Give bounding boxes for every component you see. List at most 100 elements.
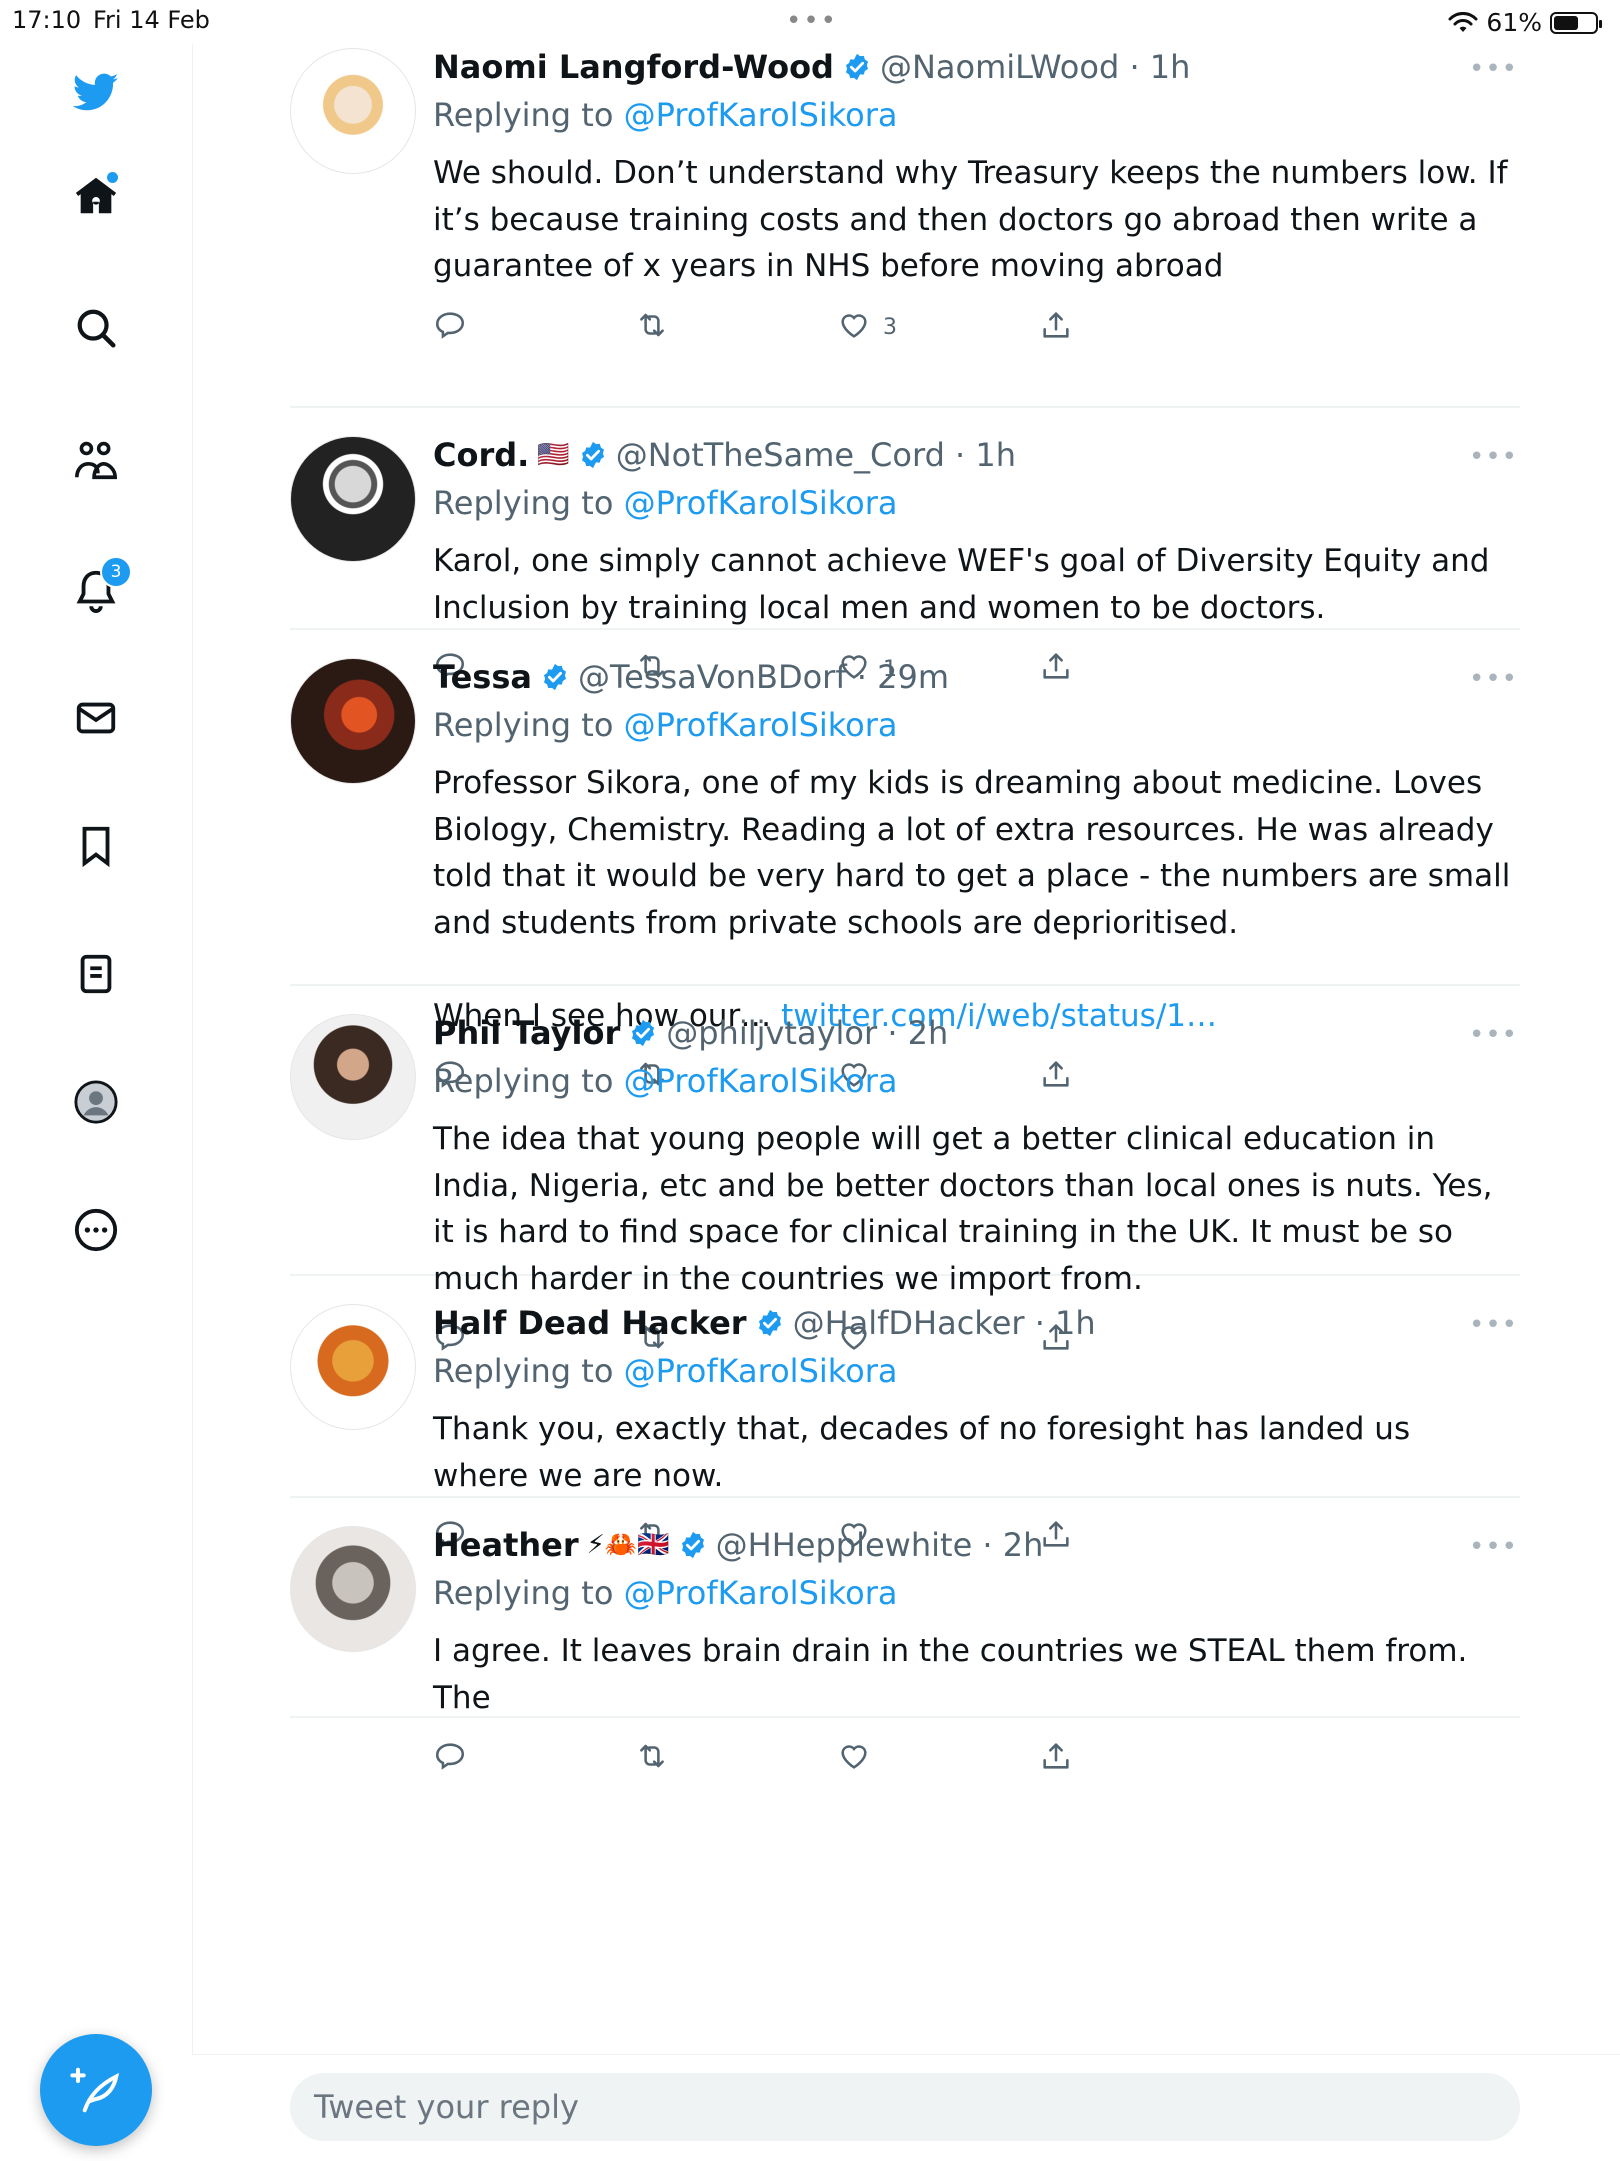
replying-to-mention[interactable]: @ProfKarolSikora: [624, 1574, 898, 1612]
avatar[interactable]: [290, 1304, 416, 1430]
tweet-actions: [433, 1721, 1513, 1805]
author-handle-time[interactable]: @HHepplewhite · 2h: [716, 1526, 1044, 1564]
multitasking-dots-icon[interactable]: •••: [786, 6, 838, 36]
share-button[interactable]: [1039, 308, 1073, 348]
author-flags: 🇺🇸: [537, 440, 570, 470]
tweet-header: Cord. 🇺🇸 @NotTheSame_Cord · 1h: [433, 432, 1513, 478]
replying-to-label: Replying to: [433, 484, 614, 522]
retweet-button[interactable]: [635, 1739, 669, 1779]
share-button[interactable]: [1039, 1739, 1073, 1779]
author-handle-time[interactable]: @TessaVonBDorf · 29m: [578, 658, 949, 696]
author-flags: ⚡🦀🇬🇧: [586, 1530, 670, 1560]
replying-to: Replying to @ProfKarolSikora: [433, 1056, 1513, 1106]
search-icon[interactable]: [70, 302, 122, 354]
status-bar: 17:10 Fri 14 Feb ••• 61%: [0, 0, 1620, 44]
reply-area: Tweet your reply: [192, 2054, 1620, 2161]
tweet-more-icon[interactable]: •••: [1469, 442, 1518, 472]
author-name[interactable]: Naomi Langford-Wood: [433, 48, 834, 86]
tweet[interactable]: Heather ⚡🦀🇬🇧 @HHepplewhite · 2h Replying to…: [290, 1498, 1520, 1770]
verified-badge-icon: [540, 662, 570, 692]
home-icon[interactable]: [70, 170, 122, 222]
tweet-more-icon[interactable]: •••: [1469, 1532, 1518, 1562]
tweet[interactable]: Cord. 🇺🇸 @NotTheSame_Cord · 1h Replying to …: [290, 408, 1520, 682]
tweet[interactable]: Naomi Langford-Wood @NaomiLWood · 1h Reply…: [290, 44, 1520, 408]
more-icon[interactable]: [70, 1204, 122, 1256]
replies-feed: Naomi Langford-Wood @NaomiLWood · 1h Reply…: [192, 44, 1522, 2034]
tweet-header: Heather ⚡🦀🇬🇧 @HHepplewhite · 2h: [433, 1522, 1513, 1568]
author-handle-time[interactable]: @HalfDHacker · 1h: [793, 1304, 1096, 1342]
tweet-more-icon[interactable]: •••: [1469, 54, 1518, 84]
bookmarks-icon[interactable]: [70, 820, 122, 872]
avatar[interactable]: [290, 1526, 416, 1652]
verified-badge-icon: [628, 1018, 658, 1048]
replying-to-mention[interactable]: @ProfKarolSikora: [624, 1062, 898, 1100]
like-button[interactable]: 3: [837, 308, 897, 348]
replying-to-label: Replying to: [433, 96, 614, 134]
tweet-text-content: We should. Don’t understand why Treasury…: [433, 155, 1518, 284]
tweet-content: Heather ⚡🦀🇬🇧 @HHepplewhite · 2h Replying to…: [433, 1522, 1513, 1805]
retweet-button[interactable]: [635, 308, 669, 348]
reply-button[interactable]: [433, 308, 467, 348]
author-handle-time[interactable]: @NotTheSame_Cord · 1h: [616, 436, 1016, 474]
tweet-more-icon[interactable]: •••: [1469, 664, 1518, 694]
avatar[interactable]: [290, 48, 416, 174]
wifi-icon: [1448, 11, 1478, 32]
profile-icon[interactable]: [70, 1076, 122, 1128]
tweet-text-content: The idea that young people will get a be…: [433, 1121, 1503, 1297]
replying-to-label: Replying to: [433, 1574, 614, 1612]
verified-badge-icon: [578, 440, 608, 470]
tweet[interactable]: Tessa @TessaVonBDorf · 29m Replying to @Pr…: [290, 630, 1520, 1088]
tweet[interactable]: Phil Taylor @philjvtaylor · 2h Replying to…: [290, 986, 1520, 1351]
author-name[interactable]: Tessa: [433, 658, 532, 696]
share-icon: [1039, 1739, 1073, 1779]
compose-tweet-button[interactable]: [40, 2034, 152, 2146]
tweet-more-icon[interactable]: •••: [1469, 1310, 1518, 1340]
messages-icon[interactable]: [70, 692, 122, 744]
author-name[interactable]: Phil Taylor: [433, 1014, 620, 1052]
retweet-icon: [635, 1739, 669, 1779]
author-name[interactable]: Cord.: [433, 436, 529, 474]
avatar[interactable]: [290, 658, 416, 784]
replying-to-label: Replying to: [433, 706, 614, 744]
replying-to: Replying to @ProfKarolSikora: [433, 1568, 1513, 1618]
tweet-text: We should. Don’t understand why Treasury…: [433, 150, 1513, 290]
lists-icon[interactable]: [70, 948, 122, 1000]
verified-badge-icon: [842, 52, 872, 82]
sidebar-nav: 3: [0, 44, 193, 2160]
tweet[interactable]: Half Dead Hacker @HalfDHacker · 1h Replyin…: [290, 1276, 1520, 1548]
replying-to-mention[interactable]: @ProfKarolSikora: [624, 96, 898, 134]
replying-to-mention[interactable]: @ProfKarolSikora: [624, 706, 898, 744]
replying-to: Replying to @ProfKarolSikora: [433, 1346, 1513, 1396]
tweet-text: I agree. It leaves brain drain in the co…: [433, 1628, 1513, 1721]
avatar[interactable]: [290, 436, 416, 562]
tweet-text-content: I agree. It leaves brain drain in the co…: [433, 1633, 1478, 1716]
tweet-header: Phil Taylor @philjvtaylor · 2h: [433, 1010, 1513, 1056]
tweet-text-content: Thank you, exactly that, decades of no f…: [433, 1411, 1420, 1494]
replying-to: Replying to @ProfKarolSikora: [433, 478, 1513, 528]
replying-to: Replying to @ProfKarolSikora: [433, 700, 1513, 750]
tweet-content: Naomi Langford-Wood @NaomiLWood · 1h Reply…: [433, 44, 1513, 374]
author-handle-time[interactable]: @NaomiLWood · 1h: [880, 48, 1190, 86]
author-name[interactable]: Half Dead Hacker: [433, 1304, 747, 1342]
like-icon: [837, 308, 871, 348]
tweet-text: Thank you, exactly that, decades of no f…: [433, 1406, 1513, 1499]
replying-to-mention[interactable]: @ProfKarolSikora: [624, 484, 898, 522]
avatar[interactable]: [290, 1014, 416, 1140]
battery-level: [1554, 15, 1578, 30]
feather-plus-icon: [70, 2067, 120, 2113]
battery-icon: [1550, 11, 1602, 34]
reply-button[interactable]: [433, 1739, 467, 1779]
reply-input[interactable]: Tweet your reply: [290, 2073, 1520, 2141]
author-name[interactable]: Heather: [433, 1526, 579, 1564]
replying-to-mention[interactable]: @ProfKarolSikora: [624, 1352, 898, 1390]
twitter-logo-icon[interactable]: [70, 66, 122, 118]
reply-icon: [433, 308, 467, 348]
tweet-actions: 3: [433, 290, 1513, 374]
communities-icon[interactable]: [70, 434, 122, 486]
notifications-icon[interactable]: 3: [70, 556, 132, 616]
tweet-header: Half Dead Hacker @HalfDHacker · 1h: [433, 1300, 1513, 1346]
tweet-more-icon[interactable]: •••: [1469, 1020, 1518, 1050]
author-handle-time[interactable]: @philjvtaylor · 2h: [666, 1014, 948, 1052]
like-icon: [837, 1739, 871, 1779]
like-button[interactable]: [837, 1739, 871, 1779]
